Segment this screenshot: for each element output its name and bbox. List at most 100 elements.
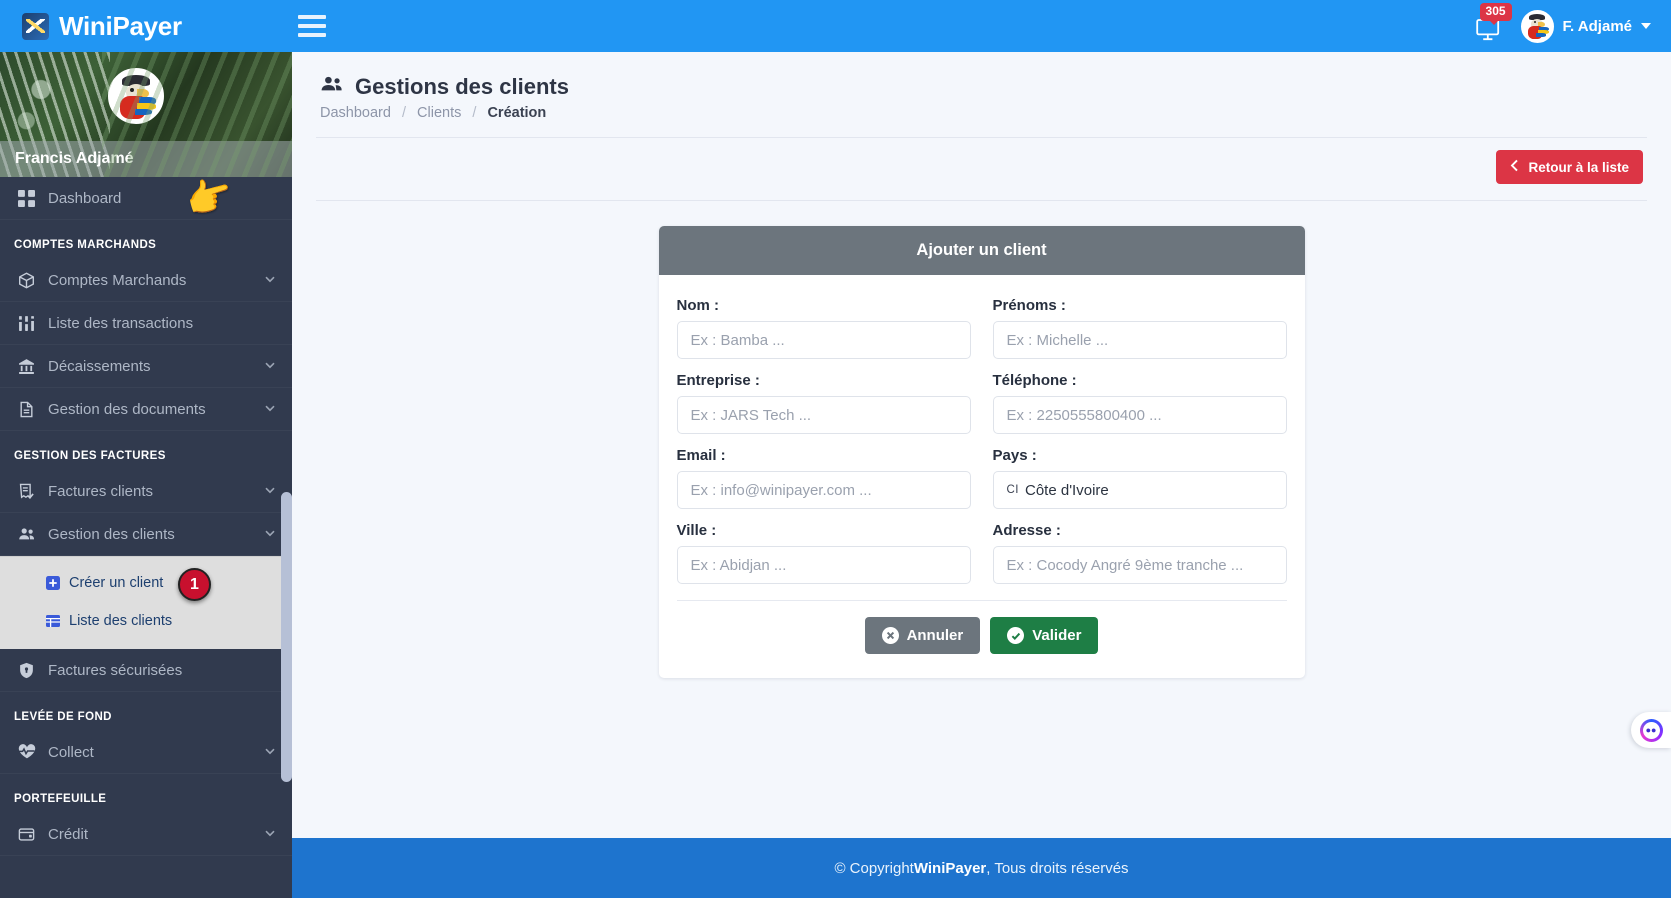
sidebar-submenu-clients: Créer un client 1 Liste des clients (0, 556, 292, 649)
x-circle-icon (881, 627, 899, 644)
chevron-down-icon (264, 401, 276, 418)
pays-select[interactable]: CI Côte d'Ivoire (992, 471, 1287, 509)
validate-label: Valider (1032, 627, 1082, 644)
nom-input[interactable] (676, 321, 971, 359)
form-group-nom: Nom : (676, 297, 971, 359)
sidebar-item-comptes-marchands[interactable]: Comptes Marchands (0, 259, 292, 302)
footer: © Copyright WiniPayer , Tous droits rése… (292, 838, 1671, 898)
sidebar-subitem-creer-un-client[interactable]: Créer un client (0, 564, 292, 602)
sidebar-item-collect[interactable]: Collect (0, 731, 292, 774)
sidebar-item-label: Factures sécurisées (48, 661, 183, 679)
shield-lock-icon (18, 662, 48, 679)
breadcrumb-separator: / (401, 105, 406, 121)
page-header: Gestions des clients Dashboard / Clients… (292, 52, 1671, 121)
chart-logo-icon (22, 12, 49, 40)
grid-icon (18, 189, 48, 207)
chevron-down-icon (264, 272, 276, 289)
cancel-button[interactable]: Annuler (864, 617, 981, 654)
breadcrumb-dashboard[interactable]: Dashboard (320, 105, 391, 121)
document-icon (18, 401, 48, 418)
breadcrumb-separator: / (472, 105, 477, 121)
brand-name: WiniPayer (59, 10, 182, 41)
sidebar: Francis Adjamé 👉 Dashboard COMPTES MARCH… (0, 0, 292, 898)
app-root: Francis Adjamé 👉 Dashboard COMPTES MARCH… (0, 0, 1671, 898)
chevron-down-icon (264, 826, 276, 843)
form-row: Email : Pays : CI Côte d'Ivoire (676, 447, 1287, 509)
sidebar-item-decaissements[interactable]: Décaissements (0, 345, 292, 388)
breadcrumb-current: Création (487, 105, 547, 121)
add-client-card: Ajouter un client Nom : Prénoms : Entrep… (658, 226, 1305, 678)
label-nom: Nom : (676, 297, 720, 314)
check-circle-icon (1007, 627, 1025, 644)
label-telephone: Téléphone : (992, 372, 1077, 389)
sidebar-section-comptes-marchands: COMPTES MARCHANDS (14, 239, 157, 251)
sidebar-item-dashboard[interactable]: Dashboard (0, 177, 292, 220)
card-body: Nom : Prénoms : Entreprise : Téléphone : (659, 275, 1305, 678)
box-icon (18, 271, 48, 289)
breadcrumb: Dashboard / Clients / Création (320, 105, 1643, 121)
email-input[interactable] (676, 471, 971, 509)
caret-down-icon (1641, 23, 1651, 29)
heart-pulse-icon (18, 743, 48, 761)
sidebar-item-factures-securisees[interactable]: Factures sécurisées (0, 649, 292, 692)
sidebar-item-liste-des-transactions[interactable]: Liste des transactions (0, 302, 292, 345)
form-row: Ville : Adresse : (676, 522, 1287, 584)
brand[interactable]: WiniPayer (0, 0, 292, 52)
topbar-right: 305 F. Adjamé (1471, 0, 1671, 52)
country-flag-icon: CI (1006, 484, 1019, 496)
main-content: Gestions des clients Dashboard / Clients… (292, 52, 1671, 898)
sidebar-item-gestion-des-documents[interactable]: Gestion des documents (0, 388, 292, 431)
form-group-pays: Pays : CI Côte d'Ivoire (992, 447, 1287, 509)
pays-selected-value: Côte d'Ivoire (1025, 481, 1109, 499)
label-pays: Pays : (992, 447, 1037, 464)
adresse-input[interactable] (992, 546, 1287, 584)
back-to-list-button[interactable]: Retour à la liste (1496, 150, 1643, 184)
footer-prefix: © Copyright (834, 859, 914, 877)
chevron-down-icon (264, 744, 276, 761)
entreprise-input[interactable] (676, 396, 971, 434)
sidebar-section-portefeuille: PORTEFEUILLE (14, 793, 107, 805)
sidebar-subitem-label: Liste des clients (69, 613, 173, 629)
notification-badge: 305 (1479, 3, 1512, 25)
label-ville: Ville : (676, 522, 717, 539)
notification-button[interactable]: 305 (1471, 3, 1512, 43)
sidebar-item-label: Décaissements (48, 357, 151, 375)
toolbar: Retour à la liste (292, 138, 1671, 184)
hamburger-icon[interactable] (298, 15, 326, 37)
card-actions: Annuler Valider (677, 601, 1287, 678)
sidebar-item-factures-clients[interactable]: Factures clients (0, 470, 292, 513)
form-group-email: Email : (676, 447, 971, 509)
back-to-list-label: Retour à la liste (1528, 159, 1629, 175)
breadcrumb-clients[interactable]: Clients (417, 105, 461, 121)
chat-bubble-inner: ●● (1642, 721, 1660, 739)
form-group-adresse: Adresse : (992, 522, 1287, 584)
sidebar-section-gestion-des-factures: GESTION DES FACTURES (14, 450, 166, 462)
parrot-avatar-icon (1523, 12, 1552, 41)
sidebar-scrollbar[interactable] (281, 492, 292, 782)
prenoms-input[interactable] (992, 321, 1287, 359)
page-title-text: Gestions des clients (355, 74, 569, 99)
validate-button[interactable]: Valider (990, 617, 1099, 654)
sidebar-subitem-label: Créer un client (69, 575, 164, 591)
cancel-label: Annuler (906, 627, 964, 644)
label-entreprise: Entreprise : (676, 372, 760, 389)
form-group-entreprise: Entreprise : (676, 372, 971, 434)
ville-input[interactable] (676, 546, 971, 584)
chevron-down-icon (264, 483, 276, 500)
wallet-icon (18, 826, 48, 843)
chat-widget-button[interactable]: ●● (1631, 712, 1671, 748)
sidebar-profile-header: Francis Adjamé (0, 52, 292, 177)
step-badge-1: 1 (178, 568, 211, 601)
plus-square-icon (46, 576, 60, 590)
sidebar-subitem-liste-des-clients[interactable]: Liste des clients (0, 602, 292, 640)
footer-brand: WiniPayer (913, 859, 987, 877)
sidebar-avatar (108, 68, 164, 124)
sidebar-item-credit[interactable]: Crédit (0, 813, 292, 856)
users-icon (320, 74, 345, 100)
sidebar-item-label: Liste des transactions (48, 314, 194, 332)
sidebar-item-gestion-des-clients[interactable]: Gestion des clients (0, 513, 292, 556)
form-group-ville: Ville : (676, 522, 971, 584)
user-menu[interactable]: F. Adjamé (1520, 9, 1651, 43)
telephone-input[interactable] (992, 396, 1287, 434)
footer-suffix: , Tous droits réservés (986, 859, 1129, 877)
